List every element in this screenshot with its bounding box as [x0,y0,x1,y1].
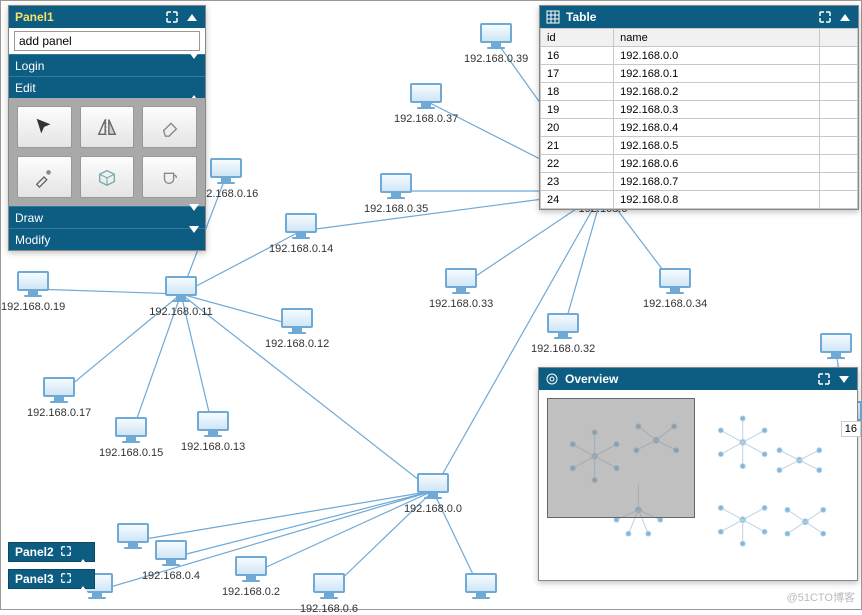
table-row[interactable]: 24192.168.0.8 [541,191,858,209]
node-label: 192.168.0.14 [269,243,333,255]
node-label: 192.168.0.6 [297,603,361,615]
table-row[interactable]: 20192.168.0.4 [541,119,858,137]
topology-node[interactable]: 192.168.0.2 [219,556,283,598]
topology-node[interactable]: 192.168.0.13 [181,411,245,453]
topology-node[interactable]: 192.168.0.32 [531,313,595,355]
panel1-header[interactable]: Panel1 [9,6,205,28]
topology-node[interactable] [804,333,862,363]
overview-panel[interactable]: Overview [538,367,858,581]
node-label: 192.168.0.12 [265,338,329,350]
section-draw[interactable]: Draw [9,206,205,228]
table-row[interactable]: 21192.168.0.5 [541,137,858,155]
panel3-title: Panel3 [15,572,54,586]
tool-bucket[interactable] [142,156,197,198]
tool-box[interactable] [80,156,135,198]
tool-pointer[interactable] [17,106,72,148]
node-label: 192.168.0.39 [464,53,528,65]
table-panel-header[interactable]: Table [540,6,858,28]
restore-icon[interactable] [60,545,72,560]
chevron-down-icon[interactable] [837,372,851,386]
topology-node[interactable]: 192.168.0.19 [1,271,65,313]
node-label: 192.168.0.15 [99,447,163,459]
tool-eyedropper[interactable] [17,156,72,198]
chevron-down-icon[interactable] [189,233,199,247]
node-label: 192.168.0.34 [643,298,707,310]
table-col-name[interactable]: name [614,29,820,47]
section-edit-label: Edit [15,81,183,95]
table-row[interactable]: 18192.168.0.2 [541,83,858,101]
section-modify-label: Modify [15,233,177,247]
topology-node[interactable] [101,523,165,553]
collapse-icon[interactable] [838,10,852,24]
overview-viewport[interactable] [547,398,695,518]
restore-icon[interactable] [165,10,179,24]
restore-icon[interactable] [818,10,832,24]
panel1[interactable]: Panel1 Login Edit [8,5,206,251]
panel2-collapsed[interactable]: Panel2 [8,542,95,562]
expand-icon[interactable] [78,572,88,586]
add-panel-input[interactable] [14,31,200,51]
panel2-title: Panel2 [15,545,54,559]
topology-node[interactable]: 192.168.0.0 [401,473,465,515]
chevron-down-icon[interactable] [189,211,199,225]
overview-canvas[interactable] [539,390,857,580]
collapse-icon[interactable] [185,10,199,24]
restore-icon[interactable] [817,372,831,386]
edit-tools [9,98,205,206]
panel1-title: Panel1 [15,10,159,24]
table-row[interactable]: 22192.168.0.6 [541,155,858,173]
table-panel-title: Table [566,10,812,24]
chevron-down-icon[interactable] [189,59,199,73]
topology-node[interactable]: 192.168.0.11 [149,276,213,318]
topology-node[interactable]: 192.168.0.14 [269,213,333,255]
node-label: 192.168.0.37 [394,113,458,125]
topology-node[interactable]: 192.168.0.6 [297,573,361,615]
node-label: 192.168.0.32 [531,343,595,355]
node-label: 192.168.0.17 [27,407,91,419]
target-icon [545,372,559,386]
topology-node[interactable]: 192.168.0.12 [265,308,329,350]
node-label: 192.168.0.2 [219,586,283,598]
expand-icon[interactable] [78,545,88,559]
panel-input-row [9,28,205,54]
overview-panel-title: Overview [565,372,811,386]
node-label: 192.168.0.11 [149,306,213,318]
node-label: 192.168.0.19 [1,301,65,313]
chevron-up-icon[interactable] [189,81,199,95]
node-label: 192.168.0.13 [181,441,245,453]
table-col-blank [820,29,858,47]
section-modify[interactable]: Modify [9,228,205,250]
panel3-collapsed[interactable]: Panel3 [8,569,95,589]
data-table[interactable]: idname 16192.168.0.017192.168.0.118192.1… [540,28,858,209]
topology-node[interactable]: 192.168.0.33 [429,268,493,310]
watermark: @51CTO博客 [787,589,855,605]
table-row[interactable]: 16192.168.0.0 [541,47,858,65]
topology-node[interactable]: 192.168.0.35 [364,173,428,215]
section-login-label: Login [15,59,171,73]
topology-node[interactable]: 192.168.0.39 [464,23,528,65]
table-row[interactable]: 23192.168.0.7 [541,173,858,191]
table-row[interactable]: 17192.168.0.1 [541,65,858,83]
node-label: 192.168.0.35 [364,203,428,215]
section-draw-label: Draw [15,211,177,225]
topology-node[interactable]: 192.168.0.37 [394,83,458,125]
node-label-partial: 16 [841,421,861,437]
topology-node[interactable] [449,573,513,603]
overview-panel-header[interactable]: Overview [539,368,857,390]
table-row[interactable]: 19192.168.0.3 [541,101,858,119]
node-label: 192.168.0.33 [429,298,493,310]
tool-flip[interactable] [80,106,135,148]
table-panel[interactable]: Table idname 16192.168.0.017192.168.0.11… [539,5,859,210]
restore-icon[interactable] [60,572,72,587]
grid-icon [546,10,560,24]
topology-node[interactable]: 192.168.0.15 [99,417,163,459]
section-login[interactable]: Login [9,54,205,76]
node-label: 192.168.0.4 [139,570,203,582]
table-col-id[interactable]: id [541,29,614,47]
tool-eraser[interactable] [142,106,197,148]
topology-node[interactable]: 192.168.0.34 [643,268,707,310]
node-label: 192.168.0.0 [401,503,465,515]
section-edit[interactable]: Edit [9,76,205,98]
topology-node[interactable]: 192.168.0.17 [27,377,91,419]
